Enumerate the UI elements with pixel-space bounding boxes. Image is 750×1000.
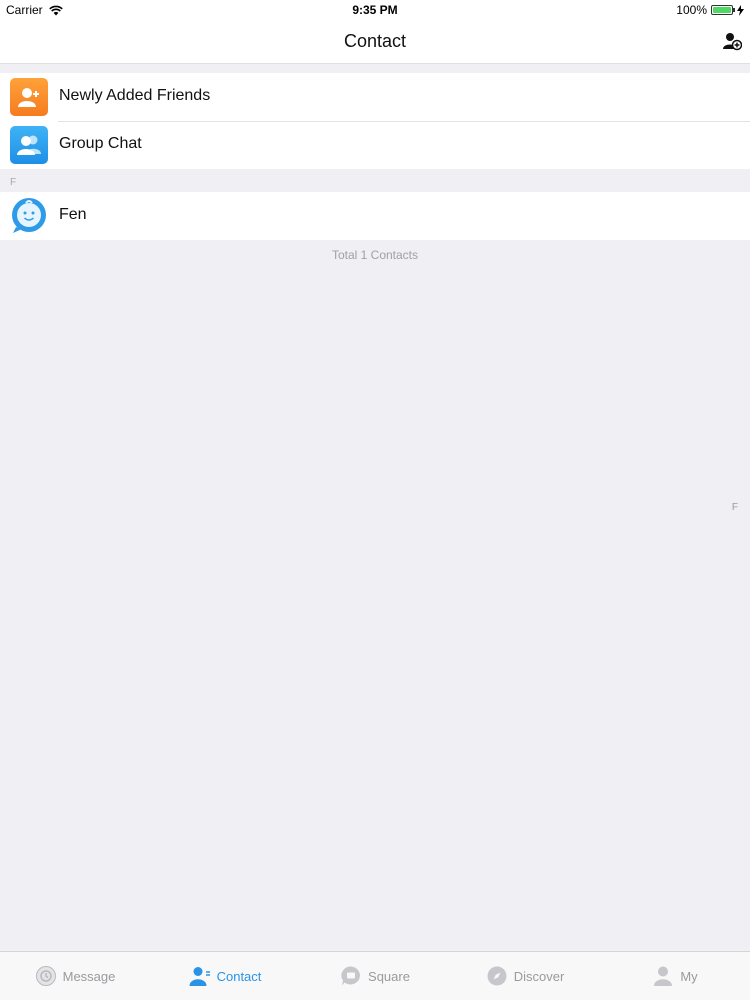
tab-my[interactable]: My — [600, 952, 750, 1000]
index-bar-letter[interactable]: F — [732, 502, 738, 513]
tab-label: My — [680, 968, 698, 984]
quick-items-section: Newly Added Friends Group Chat — [0, 73, 750, 169]
group-chat-row[interactable]: Group Chat — [0, 121, 750, 169]
charging-icon — [737, 4, 744, 16]
contact-icon — [189, 967, 210, 986]
battery-percentage: 100% — [676, 3, 707, 17]
battery-fill — [713, 7, 731, 13]
status-time: 9:35 PM — [352, 3, 398, 17]
add-contact-icon[interactable] — [722, 31, 742, 51]
contact-row[interactable]: Fen — [0, 192, 750, 240]
new-friend-icon — [10, 78, 48, 116]
navigation-bar: Contact — [0, 20, 750, 64]
total-contacts-label: Total 1 Contacts — [331, 248, 419, 262]
row-label: Newly Added Friends — [59, 87, 211, 104]
tab-contact[interactable]: Contact — [150, 952, 300, 1000]
row-label: Group Chat — [59, 135, 142, 152]
tab-discover[interactable]: Discover — [450, 952, 600, 1000]
battery-icon — [711, 5, 735, 15]
tab-label: Message — [62, 968, 116, 984]
status-bar: Carrier 9:35 PM 100% — [0, 0, 750, 20]
discover-icon — [487, 966, 507, 986]
tab-message[interactable]: Message — [0, 952, 150, 1000]
group-chat-icon — [10, 126, 48, 164]
tab-bar: Message Contact Square Discover My — [0, 951, 750, 1000]
tab-label: Contact — [216, 968, 262, 984]
tab-label: Discover — [513, 968, 565, 984]
avatar-icon — [10, 197, 48, 235]
message-icon — [35, 966, 56, 986]
newly-added-friends-row[interactable]: Newly Added Friends — [0, 73, 750, 121]
status-right: 100% — [676, 3, 744, 17]
contacts-section: Fen — [0, 192, 750, 240]
section-header: F — [10, 177, 17, 188]
square-icon — [341, 966, 360, 986]
tab-label: Square — [368, 968, 410, 984]
page-title: Contact — [343, 31, 407, 51]
contact-name: Fen — [59, 206, 87, 223]
my-icon — [654, 966, 673, 986]
tab-square[interactable]: Square — [300, 952, 450, 1000]
